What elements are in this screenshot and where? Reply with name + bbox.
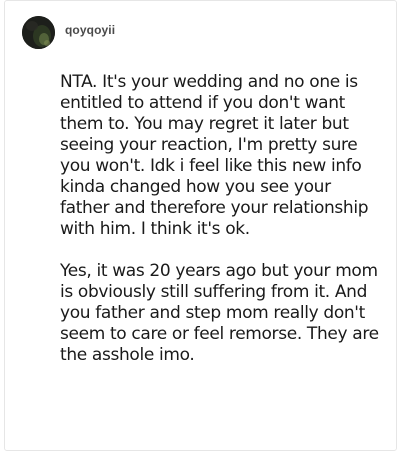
user-avatar-icon (22, 16, 55, 49)
comment-paragraph-1: NTA. It's your wedding and no one is ent… (60, 72, 369, 239)
username-link[interactable]: qoyqoyii (65, 23, 115, 37)
comment-paragraph-2: Yes, it was 20 years ago but your mom is… (60, 261, 379, 365)
user-avatar[interactable] (22, 16, 55, 49)
comment-text: NTA. It's your wedding and no one is ent… (60, 72, 380, 366)
screenshot-frame: qoyqoyii NTA. It's your wedding and no o… (0, 0, 400, 468)
